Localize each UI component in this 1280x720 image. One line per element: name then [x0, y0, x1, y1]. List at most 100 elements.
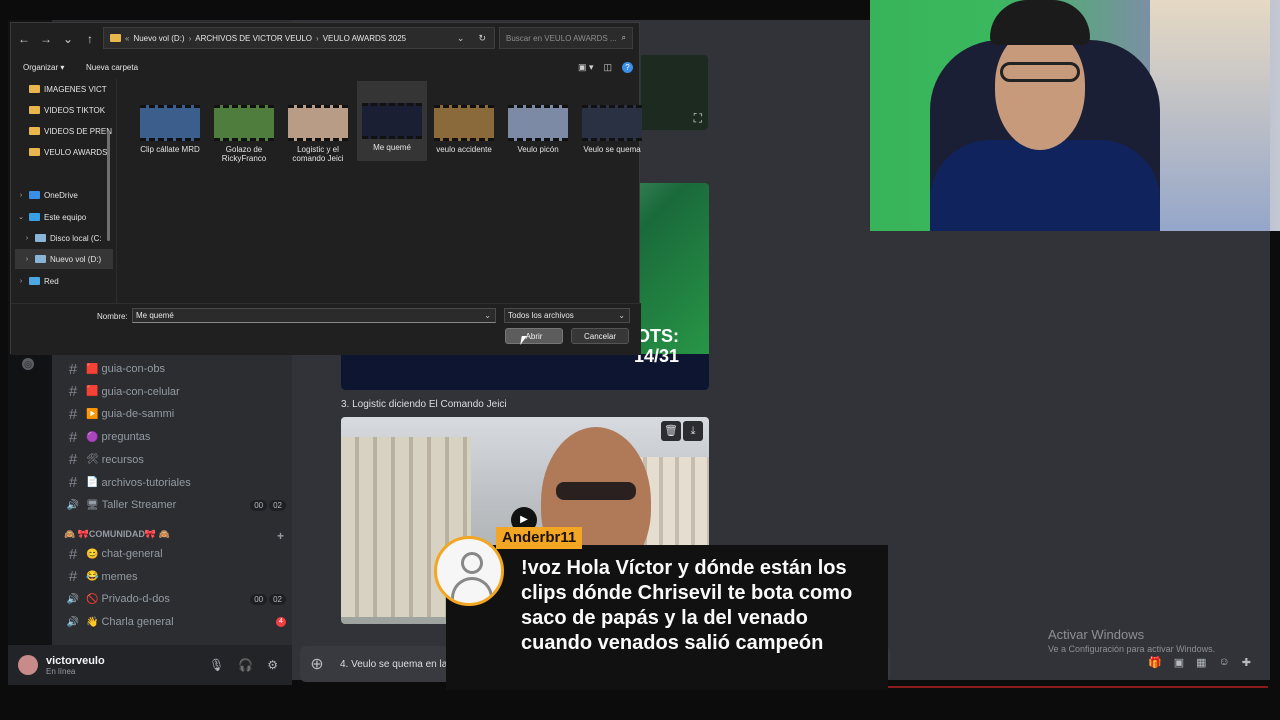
expand-chevron-icon[interactable]: ›: [21, 235, 33, 242]
recent-locations-icon[interactable]: ⌄: [57, 32, 79, 46]
server-icon[interactable]: ◎: [22, 358, 34, 370]
channel-a-5[interactable]: # 📄 archivos-tutoriales: [60, 472, 286, 494]
category-comunidad[interactable]: 🙈 🎀COMUNIDAD🎀 🙈 +: [64, 529, 284, 543]
message-text: 3. Logistic diciendo El Comando Jeici: [341, 399, 507, 410]
channel-label: Privado-d-dos: [101, 593, 170, 606]
command-bar: Organizar ▾ Nueva carpeta ▣ ▾ ◫ ?: [11, 57, 641, 77]
file-item[interactable]: veulo accidente: [429, 83, 499, 161]
file-name: Logistic y el comando Jeici: [292, 145, 344, 163]
chevron-down-icon[interactable]: ⌄: [618, 309, 625, 322]
drive-icon: [35, 255, 46, 263]
user-panel: victorveulo En línea 🎙 🎧 ⚙: [8, 645, 292, 685]
channel-emoji: 🚫: [86, 593, 99, 605]
nav-item-3[interactable]: VEULO AWARDS: [15, 142, 113, 162]
search-placeholder: Buscar en VEULO AWARDS ...: [506, 33, 617, 43]
chevron-down-icon[interactable]: ⌄: [457, 33, 465, 44]
filename-label: Nombre:: [97, 312, 128, 321]
breadcrumb-current[interactable]: VEULO AWARDS 2025: [323, 34, 406, 43]
navigation-scrollbar[interactable]: [107, 131, 110, 241]
nav-item-1[interactable]: VIDEOS TIKTOK: [15, 100, 113, 120]
organize-button[interactable]: Organizar ▾: [23, 63, 64, 72]
file-item[interactable]: Logistic y el comando Jeici: [283, 83, 353, 163]
pane-divider[interactable]: [116, 79, 117, 303]
navigation-pane: IMAGENES VICT VIDEOS TIKTOK VIDEOS DE PREN…: [15, 79, 115, 299]
nav-item-2[interactable]: VIDEOS DE PREN: [15, 121, 113, 141]
nav-item-7[interactable]: › Nuevo vol (D:): [15, 249, 113, 269]
preview-pane-icon[interactable]: ◫: [603, 62, 612, 73]
count-value: 02: [269, 499, 286, 511]
streamer-face: [995, 30, 1085, 150]
gear-icon[interactable]: ⚙: [267, 658, 278, 672]
attach-icon[interactable]: ⊕: [300, 654, 334, 674]
channel-label: guia-con-celular: [101, 385, 180, 398]
apps-icon[interactable]: ✚: [1242, 656, 1251, 669]
overflow-chevron[interactable]: «: [125, 34, 129, 43]
expand-chevron-icon[interactable]: ⌄: [15, 213, 27, 221]
avatar[interactable]: [18, 655, 38, 675]
cancel-button[interactable]: Cancelar: [571, 328, 629, 344]
nav-item-4[interactable]: › OneDrive: [15, 185, 113, 205]
video-preview[interactable]: ⛶: [641, 55, 708, 130]
download-icon[interactable]: ⤓: [683, 421, 703, 441]
hash-icon: #: [68, 383, 78, 401]
expand-chevron-icon[interactable]: ›: [21, 256, 33, 263]
file-item[interactable]: Me quemé: [357, 81, 427, 161]
search-input[interactable]: Buscar en VEULO AWARDS ... ⌕: [499, 27, 633, 49]
nav-item-6[interactable]: › Disco local (C:: [15, 228, 113, 248]
chevron-down-icon[interactable]: ⌄: [484, 309, 491, 322]
tts-message: !voz Hola Víctor y dónde están los clips…: [521, 557, 853, 654]
filename-field[interactable]: Me quemé ⌄: [132, 308, 496, 323]
open-button[interactable]: Abrir: [505, 328, 563, 344]
channel-b-1[interactable]: # 😂 memes: [60, 566, 286, 588]
username: victorveulo: [46, 654, 105, 667]
search-icon[interactable]: ⌕: [622, 33, 626, 43]
back-icon[interactable]: ←: [13, 32, 35, 46]
file-name: Me quemé: [373, 143, 411, 152]
expand-chevron-icon[interactable]: ›: [15, 278, 27, 285]
emoji-icon[interactable]: ☺: [1219, 656, 1230, 669]
channel-a-1[interactable]: # 🟥 guia-con-celular: [60, 381, 286, 403]
channel-a-2[interactable]: # ▶️ guia-de-sammi: [60, 403, 286, 425]
file-item[interactable]: Veulo se quema: [577, 83, 647, 161]
refresh-icon[interactable]: ↻: [478, 33, 486, 44]
speaker-icon: 🔊: [66, 593, 80, 605]
sticker-icon[interactable]: ▦: [1196, 656, 1206, 669]
up-icon[interactable]: ↑: [79, 32, 101, 46]
user-status: En línea: [46, 666, 76, 676]
channel-b-2[interactable]: 🔊 🚫 Privado-d-dos 00 02: [60, 588, 286, 610]
help-icon[interactable]: ?: [622, 61, 633, 73]
channel-a-0[interactable]: # 🟥 guia-con-obs: [60, 358, 286, 380]
add-channel-icon[interactable]: +: [277, 529, 284, 543]
file-type-select[interactable]: Todos los archivos ⌄: [504, 308, 630, 323]
file-item[interactable]: Golazo de RickyFranco: [209, 83, 279, 163]
nav-item-8[interactable]: › Red: [15, 271, 113, 291]
delete-icon[interactable]: 🗑: [661, 421, 681, 441]
file-item[interactable]: Veulo picón: [503, 83, 573, 161]
nav-item-5[interactable]: ⌄ Este equipo: [15, 207, 113, 227]
expand-chevron-icon[interactable]: ›: [15, 192, 27, 199]
speaker-icon: 🔊: [66, 616, 80, 628]
breadcrumb-drive[interactable]: Nuevo vol (D:): [133, 34, 184, 43]
channel-b-3[interactable]: 🔊 👋 Charla general 4: [60, 611, 286, 633]
channel-a-6[interactable]: 🔊 🖥 Taller Streamer 00 02: [60, 494, 286, 516]
speaker-icon: 🔊: [66, 499, 80, 511]
new-folder-button[interactable]: Nueva carpeta: [86, 63, 138, 72]
gif-icon[interactable]: ▣: [1174, 656, 1184, 669]
dialog-footer: Nombre: Me quemé ⌄ Todos los archivos ⌄ …: [11, 303, 641, 355]
headphones-icon[interactable]: 🎧: [238, 658, 253, 672]
file-item[interactable]: Clip cállate MRD: [135, 83, 205, 161]
channel-label: preguntas: [101, 431, 151, 444]
view-options-icon[interactable]: ▣ ▾: [578, 62, 594, 73]
fullscreen-icon[interactable]: ⛶: [694, 111, 702, 126]
nav-item-0[interactable]: IMAGENES VICT: [15, 79, 113, 99]
channel-a-3[interactable]: # 🟣 preguntas: [60, 426, 286, 448]
gift-icon[interactable]: 🎁: [1148, 656, 1162, 669]
nav-item-label: Disco local (C:: [50, 233, 102, 243]
file-name: Golazo de RickyFranco: [221, 145, 267, 163]
breadcrumb-folder[interactable]: ARCHIVOS DE VICTOR VEULO: [195, 34, 312, 43]
channel-a-4[interactable]: # 🛠 recursos: [60, 449, 286, 471]
microphone-icon[interactable]: 🎙: [209, 658, 224, 672]
address-bar[interactable]: « Nuevo vol (D:) › ARCHIVOS DE VICTOR VE…: [103, 27, 495, 49]
channel-b-0[interactable]: # 😊 chat-general: [60, 543, 286, 565]
forward-icon[interactable]: →: [35, 32, 57, 46]
